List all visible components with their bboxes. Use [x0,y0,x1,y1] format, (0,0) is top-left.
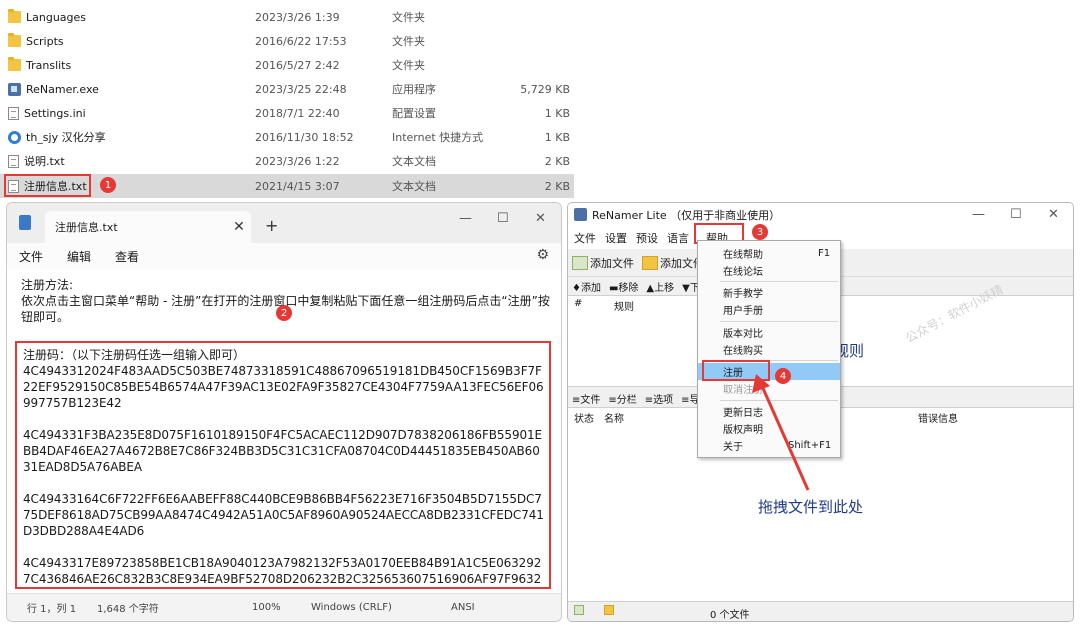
screenshot-root: Languages 2023/3/26 1:39 文件夹 Scripts 201… [0,0,1080,625]
annotation-arrow [752,374,810,491]
